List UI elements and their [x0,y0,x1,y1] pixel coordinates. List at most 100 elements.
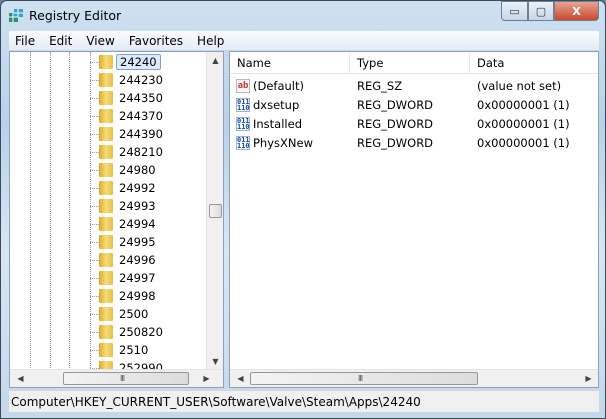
tree-item-label: 24994 [119,217,156,231]
column-header-type[interactable]: Type [350,52,470,74]
dword-value-icon: 011 110 [236,117,250,131]
value-row[interactable]: 011 110 PhysXNew REG_DWORD 0x00000001 (1) [230,134,598,153]
tree-item-label: 24996 [119,253,156,267]
tree-item[interactable]: 24240 [10,53,206,71]
tree-connector [90,98,99,99]
maximize-button[interactable]: ▢ [528,1,554,21]
tree-vertical-scrollbar[interactable]: ▲ ▼ [206,52,223,370]
tree-item-label: 244350 [119,91,163,105]
close-button[interactable]: X [554,1,599,21]
menu-favorites[interactable]: Favorites [129,34,183,48]
folder-icon [99,217,113,231]
value-name: Installed [253,117,302,131]
value-row[interactable]: ab (Default) REG_SZ (value not set) [230,77,598,96]
values-pane: Name Type Data ab (Default) REG_SZ (value n… [229,51,599,388]
tree-connector [90,80,99,81]
menu-view[interactable]: View [86,34,114,48]
scroll-right-arrow-icon[interactable]: ▶ [198,374,215,383]
tree-item-label: 244230 [119,73,163,87]
tree-connector [90,62,99,63]
tree-item-label: 250820 [119,325,163,339]
tree-item[interactable]: 244370 [10,107,206,125]
tree-item-label: 24998 [119,289,156,303]
value-row[interactable]: 011 110 dxsetup REG_DWORD 0x00000001 (1) [230,96,598,115]
value-row[interactable]: 011 110 Installed REG_DWORD 0x00000001 (1) [230,115,598,134]
tree-item[interactable]: 250820 [10,323,206,341]
tree-connector [90,350,99,351]
tree-item-label: 24997 [119,271,156,285]
value-name: (Default) [253,79,304,93]
column-header-name[interactable]: Name [230,52,350,74]
scroll-down-arrow-icon[interactable]: ▼ [207,357,223,366]
tree-connector [90,314,99,315]
tree-item[interactable]: 2510 [10,341,206,359]
dword-value-icon: 011 110 [236,98,250,112]
tree-item[interactable]: 24992 [10,179,206,197]
minimize-button[interactable]: ▭ [501,1,528,21]
scroll-left-arrow-icon[interactable]: ◀ [12,374,29,383]
menu-help[interactable]: Help [197,34,224,48]
tree-item[interactable]: 24998 [10,287,206,305]
tree-item[interactable]: 248210 [10,143,206,161]
tree-item[interactable]: 24996 [10,251,206,269]
tree-item-label: 248210 [119,145,163,159]
tree-connector [90,242,99,243]
tree-connector [90,188,99,189]
menu-file[interactable]: File [15,34,35,48]
tree-item[interactable]: 244230 [10,71,206,89]
menu-edit[interactable]: Edit [49,34,72,48]
folder-icon [99,181,113,195]
tree-connector [90,296,99,297]
tree-item[interactable]: 24997 [10,269,206,287]
tree-item-label: 24995 [119,235,156,249]
tree-item-label: 24240 [116,54,161,70]
value-data: 0x00000001 (1) [477,117,570,131]
tree-connector [90,224,99,225]
tree-connector [90,170,99,171]
scroll-up-arrow-icon[interactable]: ▲ [207,56,223,65]
tree-item-label: 24992 [119,181,156,195]
folder-icon [99,253,113,267]
tree-connector [90,116,99,117]
folder-icon [99,199,113,213]
folder-icon [99,325,113,339]
tree-horizontal-scrollbar[interactable]: ◀ III ▶ [10,369,223,387]
tree-item[interactable]: 244350 [10,89,206,107]
tree-item-label: 24993 [119,199,156,213]
value-data: 0x00000001 (1) [477,136,570,150]
tree-connector [90,278,99,279]
tree-connector [90,332,99,333]
folder-icon [99,289,113,303]
tree-item[interactable]: 24994 [10,215,206,233]
tree-hscroll-thumb[interactable]: III [63,372,189,385]
tree-item[interactable]: 24993 [10,197,206,215]
column-header-data[interactable]: Data [470,52,598,74]
tree-connector [90,260,99,261]
value-data: (value not set) [477,79,562,93]
values-header: Name Type Data [230,52,598,74]
folder-icon [99,91,113,105]
folder-icon [99,109,113,123]
folder-icon [99,55,113,69]
folder-icon [99,145,113,159]
dword-value-icon: 011 110 [236,136,250,150]
registry-editor-window: Registry Editor ▭ ▢ X File Edit View Fav… [0,0,606,419]
tree-item-label: 244370 [119,109,163,123]
tree-vscroll-thumb[interactable] [209,204,222,218]
key-tree-pane: 24240 244230 244350 244370 244390 248210 24980… [9,51,224,388]
folder-icon [99,307,113,321]
tree-item[interactable]: 2500 [10,305,206,323]
tree-item[interactable]: 244390 [10,125,206,143]
tree-item-label: 2510 [119,343,149,357]
scroll-left-arrow-icon[interactable]: ◀ [232,374,249,383]
values-horizontal-scrollbar[interactable]: ◀ III ▶ [230,369,598,387]
status-bar-path: Computer\HKEY_CURRENT_USER\Software\Valv… [9,390,599,412]
tree-item[interactable]: 24995 [10,233,206,251]
tree-item-label: 2500 [119,307,149,321]
folder-icon [99,163,113,177]
tree-connector [90,152,99,153]
tree-item[interactable]: 24980 [10,161,206,179]
scroll-right-arrow-icon[interactable]: ▶ [580,374,597,383]
values-hscroll-thumb[interactable]: III [250,372,478,385]
string-value-icon: ab [236,79,250,93]
